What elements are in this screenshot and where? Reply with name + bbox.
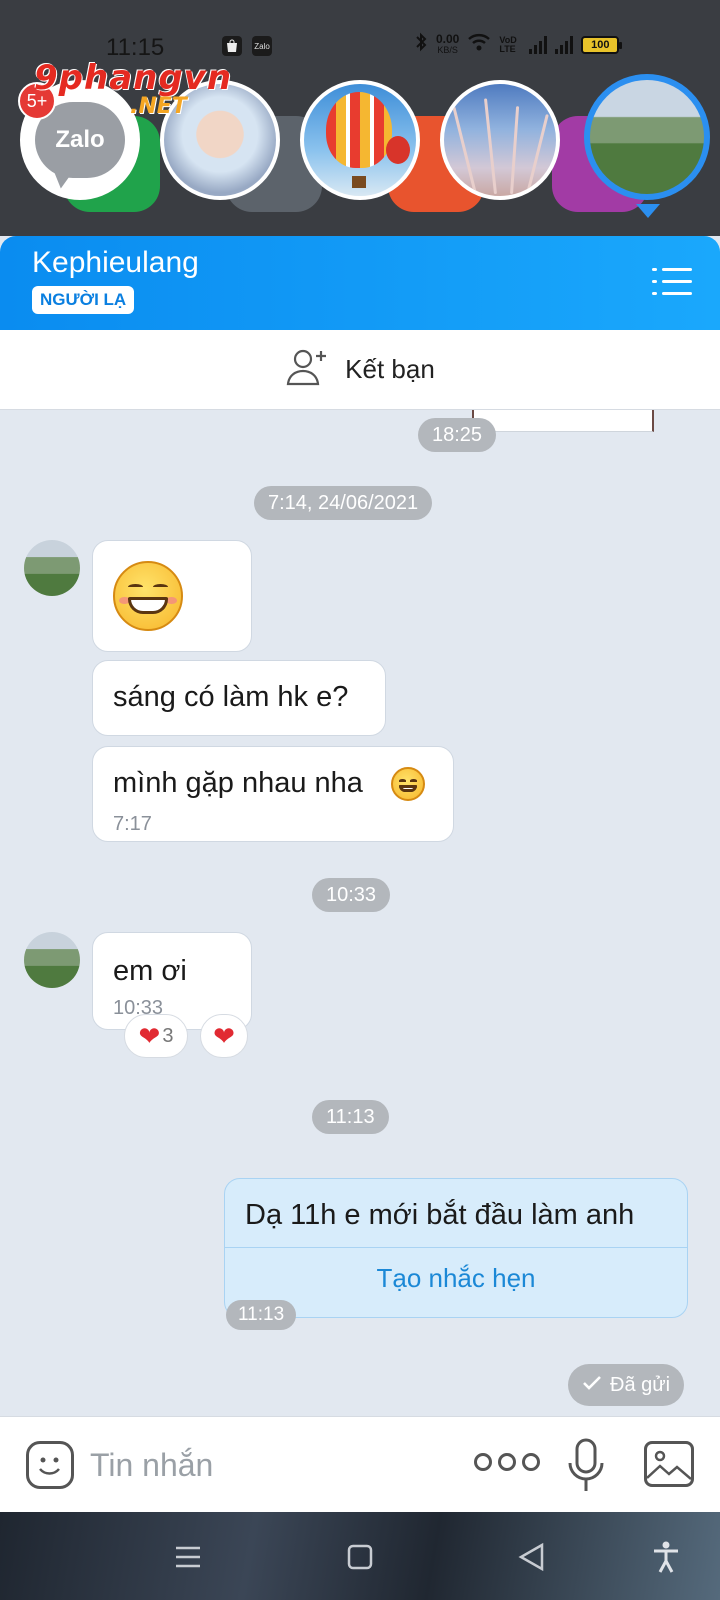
check-icon xyxy=(582,1374,602,1397)
microphone-icon xyxy=(568,1438,604,1491)
contact-name[interactable]: Kephieulang xyxy=(32,246,199,280)
message-bubble[interactable]: sáng có làm hk e? xyxy=(92,660,386,736)
chat-heads-overlay: 11:15 Zalo 0.00 KB/S VoD LTE 100 9phangv… xyxy=(0,0,720,236)
chat-head-avatar-reeds[interactable] xyxy=(440,80,560,200)
previous-message-card[interactable] xyxy=(472,410,654,432)
sender-avatar[interactable] xyxy=(24,932,80,988)
bluetooth-icon xyxy=(414,32,428,57)
chat-menu-button[interactable] xyxy=(652,266,694,298)
sticker-message[interactable] xyxy=(92,540,252,652)
chat-header: Kephieulang NGƯỜI LẠ xyxy=(0,236,720,330)
delivery-status-label: Đã gửi xyxy=(610,1373,671,1396)
accessibility-icon xyxy=(654,1541,678,1573)
zalo-notification-icon: Zalo xyxy=(252,36,272,56)
grinning-emoji-icon xyxy=(113,561,183,631)
smiley-icon xyxy=(39,1457,60,1475)
image-icon xyxy=(647,1450,691,1480)
create-reminder-button[interactable]: Tạo nhắc hẹn xyxy=(225,1263,687,1294)
reaction-count: 3 xyxy=(162,1024,174,1047)
back-nav-button[interactable] xyxy=(514,1540,550,1574)
delivery-status: Đã gửi xyxy=(568,1364,685,1406)
chat-head-avatar-balloon[interactable] xyxy=(300,80,420,200)
signal-icon xyxy=(555,35,574,54)
volte-label: VoD LTE xyxy=(499,34,517,54)
sent-message-time: 11:13 xyxy=(226,1300,297,1330)
menu-icon xyxy=(176,1546,200,1568)
message-list[interactable]: 18:25 7:14, 24/06/2021 sáng có làm hk e?… xyxy=(0,410,720,1416)
menu-nav-button[interactable] xyxy=(170,1540,206,1574)
active-head-pointer xyxy=(636,204,660,218)
wifi-icon xyxy=(467,33,491,56)
microphone-button[interactable] xyxy=(566,1437,606,1495)
system-navigation-bar xyxy=(0,1512,720,1600)
signal-icon xyxy=(529,35,548,54)
message-bubble[interactable]: mình gặp nhau nha 7:17 xyxy=(92,746,454,842)
sent-message-text: Dạ 11h e mới bắt đầu làm anh xyxy=(245,1199,635,1231)
message-input[interactable] xyxy=(90,1439,450,1491)
watermark-logo: 9phangvn .NET xyxy=(34,58,233,119)
sender-avatar[interactable] xyxy=(24,540,80,596)
home-nav-button[interactable] xyxy=(342,1540,378,1574)
back-triangle-icon xyxy=(518,1542,544,1572)
image-picker-button[interactable] xyxy=(644,1441,694,1487)
heart-icon: ❤ xyxy=(213,1020,235,1051)
home-square-icon xyxy=(347,1544,373,1570)
reaction-summary[interactable]: ❤ 3 xyxy=(124,1014,188,1058)
add-friend-button[interactable]: Kết bạn xyxy=(0,330,720,410)
time-separator: 11:13 xyxy=(312,1100,389,1134)
stranger-badge: NGƯỜI LẠ xyxy=(32,286,135,314)
heart-icon: ❤ xyxy=(138,1020,161,1051)
sent-message-bubble[interactable]: Dạ 11h e mới bắt đầu làm anh Tạo nhắc hẹ… xyxy=(224,1178,688,1318)
sticker-button[interactable] xyxy=(26,1441,74,1489)
react-button[interactable]: ❤ xyxy=(200,1014,248,1058)
message-input-bar xyxy=(0,1416,720,1512)
add-user-icon xyxy=(285,347,331,392)
date-separator: 7:14, 24/06/2021 xyxy=(254,486,433,520)
chat-head-avatar-active[interactable] xyxy=(584,74,710,200)
accessibility-button[interactable] xyxy=(648,1540,684,1574)
battery-icon: 100 xyxy=(581,35,623,54)
net-speed: 0.00 KB/S xyxy=(436,31,460,55)
divider xyxy=(225,1247,687,1248)
shopping-bag-icon xyxy=(222,36,242,56)
add-friend-label: Kết bạn xyxy=(345,354,435,384)
more-options-button[interactable] xyxy=(474,1453,540,1471)
time-separator: 10:33 xyxy=(312,878,391,912)
grinning-emoji-icon xyxy=(391,767,425,801)
message-time: 7:17 xyxy=(113,813,152,835)
time-separator: 18:25 xyxy=(418,418,497,452)
